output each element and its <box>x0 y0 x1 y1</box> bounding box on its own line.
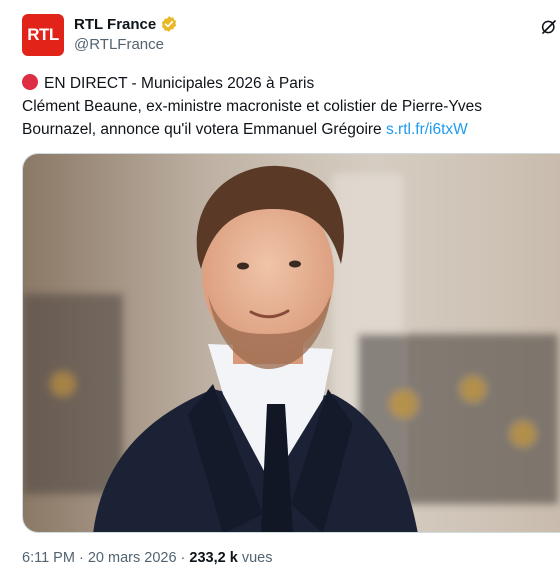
grok-icon[interactable] <box>540 18 558 36</box>
tweet-date[interactable]: 20 mars 2026 <box>88 550 177 566</box>
photo-image <box>23 154 560 532</box>
avatar-logo-text: RTL <box>27 25 59 44</box>
tweet-time[interactable]: 6:11 PM <box>22 550 75 566</box>
tweet-card[interactable]: RTL RTL France @RTLFrance EN DIRECT - Mu… <box>0 0 560 586</box>
tweet-media-photo[interactable] <box>22 153 560 533</box>
meta-separator: · <box>78 550 84 566</box>
tweet-link[interactable]: s.rtl.fr/i6txW <box>386 121 468 138</box>
views-label: vues <box>241 550 273 566</box>
avatar[interactable]: RTL <box>22 14 64 56</box>
author-display-name[interactable]: RTL France <box>74 16 156 33</box>
meta-separator-2: · <box>180 550 186 566</box>
tweet-text: EN DIRECT - Municipales 2026 à Paris Clé… <box>22 72 552 141</box>
author-name-row: RTL France <box>74 15 178 33</box>
verified-badge-icon[interactable] <box>160 15 178 33</box>
tweet-meta: 6:11 PM · 20 mars 2026 · 233,2 k vues <box>22 550 272 566</box>
tweet-line-2: Clément Beaune, ex-ministre macroniste e… <box>22 95 552 141</box>
author-handle[interactable]: @RTLFrance <box>74 36 164 53</box>
red-circle-icon <box>22 74 38 90</box>
views-count: 233,2 k <box>189 550 238 566</box>
tweet-headline: EN DIRECT - Municipales 2026 à Paris <box>44 75 315 92</box>
tweet-line-1: EN DIRECT - Municipales 2026 à Paris <box>22 72 552 95</box>
